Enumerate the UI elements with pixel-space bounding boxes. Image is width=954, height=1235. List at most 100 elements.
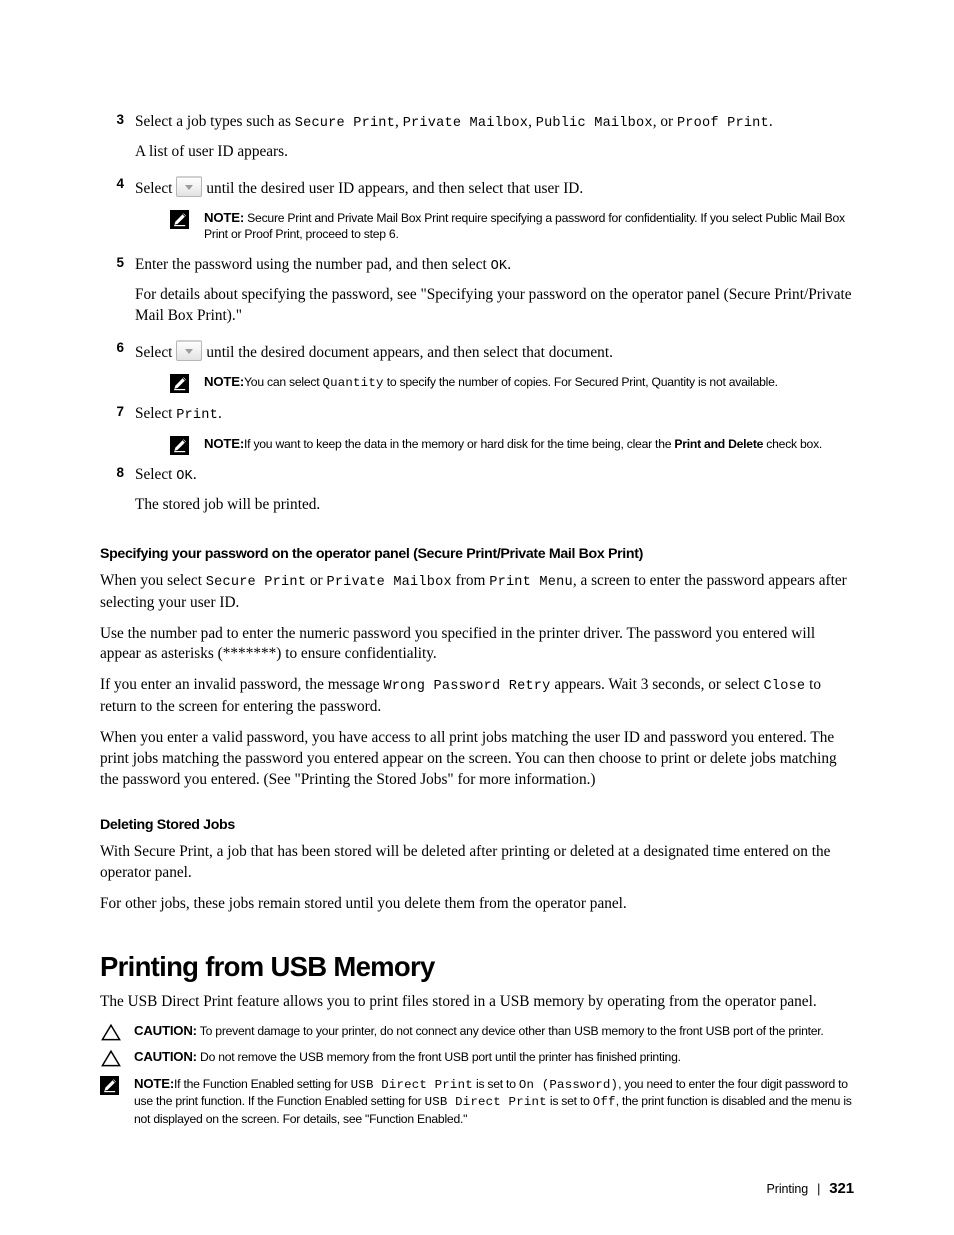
step-6: 6 Select until the desired document appea… xyxy=(100,339,852,393)
step-3-text: Select a job types such as Secure Print,… xyxy=(135,112,852,134)
p3-b: appears. Wait 3 seconds, or select xyxy=(550,676,764,694)
step-4-suffix: until the desired user ID appears, and t… xyxy=(206,179,584,197)
chevron-down-icon[interactable] xyxy=(176,175,203,197)
document-page: 3 Select a job types such as Secure Prin… xyxy=(0,0,954,1235)
term-print-menu: Print Menu xyxy=(489,574,573,590)
step-number: 8 xyxy=(116,465,124,481)
caution-usb-removal: CAUTION: Do not remove the USB memory fr… xyxy=(100,1048,852,1068)
specifying-password-p3: If you enter an invalid password, the me… xyxy=(100,675,852,718)
step-4: 4 Select until the desired user ID appear… xyxy=(100,175,852,243)
note-label: NOTE: xyxy=(134,1075,175,1091)
note-label: NOTE: xyxy=(204,373,245,389)
step-3: 3 Select a job types such as Secure Prin… xyxy=(100,112,852,163)
chevron-down-icon[interactable] xyxy=(176,339,203,361)
note-usb-a: If the Function Enabled setting for xyxy=(174,1076,351,1091)
note-label: NOTE: xyxy=(204,435,245,451)
term-proof-print: Proof Print xyxy=(676,116,769,131)
note-step-7-text-a: If you want to keep the data in the memo… xyxy=(244,436,675,451)
note-step-7: NOTE:If you want to keep the data in the… xyxy=(170,435,852,455)
term-ok: OK xyxy=(176,469,193,485)
term-private-mailbox: Private Mailbox xyxy=(402,116,529,131)
p1-a: When you select xyxy=(100,571,206,589)
step-3-subtext: A list of user ID appears. xyxy=(135,142,288,160)
step-4-prefix: Select xyxy=(135,179,173,197)
caution-usb-removal-text: Do not remove the USB memory from the fr… xyxy=(200,1050,681,1065)
term-wrong-password-retry: Wrong Password Retry xyxy=(383,679,551,695)
printing-from-usb-p1: The USB Direct Print feature allows you … xyxy=(100,992,817,1010)
step-number: 4 xyxy=(116,175,124,191)
term-secure-print: Secure Print xyxy=(294,116,396,131)
page-footer: Printing | 321 xyxy=(766,1180,855,1197)
caution-label: CAUTION: xyxy=(134,1022,197,1038)
note-pencil-icon xyxy=(170,435,189,455)
term-close: Close xyxy=(763,679,806,695)
step-number: 5 xyxy=(116,255,124,271)
warning-triangle-icon xyxy=(100,1049,122,1068)
note-step-4: NOTE: Secure Print and Private Mail Box … xyxy=(170,209,852,243)
term-ok: OK xyxy=(490,259,508,275)
step-3-sep1: , xyxy=(395,113,403,130)
step-8-suffix: . xyxy=(192,466,197,484)
note-pencil-icon xyxy=(100,1075,119,1095)
step-5: 5 Enter the password using the number pa… xyxy=(100,255,852,327)
term-public-mailbox: Public Mailbox xyxy=(535,116,653,131)
specifying-password-p2: Use the number pad to enter the numeric … xyxy=(100,624,816,663)
p1-c: from xyxy=(451,571,490,589)
heading-printing-from-usb-memory: Printing from USB Memory xyxy=(100,950,435,982)
step-5-suffix: . xyxy=(507,256,512,274)
step-5-prefix: Enter the password using the number pad,… xyxy=(135,256,491,274)
step-number: 6 xyxy=(116,339,124,355)
note-pencil-icon xyxy=(170,373,189,393)
note-step-7-text-b: check box. xyxy=(763,436,823,451)
step-7-suffix: . xyxy=(218,405,222,423)
note-step-4-text: Secure Print and Private Mail Box Print … xyxy=(204,210,845,242)
footer-page-number: 321 xyxy=(829,1180,854,1197)
step-6-suffix: until the desired document appears, and … xyxy=(206,343,613,361)
deleting-stored-jobs-p1: With Secure Print, a job that has been s… xyxy=(100,842,831,881)
note-pencil-icon xyxy=(170,209,189,229)
term-quantity: Quantity xyxy=(322,375,384,390)
step-5-text: Enter the password using the number pad,… xyxy=(135,255,852,277)
deleting-stored-jobs-p2: For other jobs, these jobs remain stored… xyxy=(100,894,627,912)
step-7-prefix: Select xyxy=(135,405,177,423)
term-private-mailbox: Private Mailbox xyxy=(326,574,452,590)
term-usb-direct-print: USB Direct Print xyxy=(350,1077,473,1092)
heading-deleting-stored-jobs: Deleting Stored Jobs xyxy=(100,816,235,833)
footer-section-name: Printing xyxy=(766,1182,809,1196)
note-step-7-bold: Print and Delete xyxy=(674,436,764,451)
note-usb-direct-print: NOTE:If the Function Enabled setting for… xyxy=(100,1075,852,1127)
step-8-subtext: The stored job will be printed. xyxy=(135,496,321,514)
step-3-prefix: Select a job types such as xyxy=(135,113,295,130)
step-8-text: Select OK. xyxy=(135,465,852,487)
step-3-sep3: , or xyxy=(652,113,677,130)
step-6-text: Select until the desired document appears… xyxy=(135,339,852,364)
caution-usb-port-text: To prevent damage to your printer, do no… xyxy=(199,1023,824,1038)
step-7: 7 Select Print. NOTE:If you want to keep… xyxy=(100,404,852,455)
note-usb-d: is set to xyxy=(546,1094,593,1109)
step-7-text: Select Print. xyxy=(135,404,852,426)
step-6-prefix: Select xyxy=(135,343,173,361)
note-step-6-text-a: You can select xyxy=(244,374,323,389)
term-off: Off xyxy=(592,1095,616,1110)
term-print: Print xyxy=(176,408,218,424)
footer-separator: | xyxy=(817,1182,821,1196)
specifying-password-p4: When you enter a valid password, you hav… xyxy=(100,729,837,788)
note-label: NOTE: xyxy=(204,209,245,225)
page-content: 3 Select a job types such as Secure Prin… xyxy=(100,112,852,1127)
step-3-sep2: , xyxy=(528,113,536,130)
term-secure-print: Secure Print xyxy=(205,574,307,590)
note-step-6: NOTE:You can select Quantity to specify … xyxy=(170,373,852,393)
caution-usb-port: CAUTION: To prevent damage to your print… xyxy=(100,1022,852,1042)
note-step-6-text-b: to specify the number of copies. For Sec… xyxy=(383,374,778,389)
step-number: 3 xyxy=(116,112,124,127)
p1-b: or xyxy=(306,571,327,589)
step-number: 7 xyxy=(116,404,124,420)
step-8-prefix: Select xyxy=(135,466,177,484)
step-4-text: Select until the desired user ID appears,… xyxy=(135,175,852,200)
step-5-subtext: For details about specifying the passwor… xyxy=(135,285,852,324)
specifying-password-p1: When you select Secure Print or Private … xyxy=(100,571,852,614)
warning-triangle-icon xyxy=(100,1023,122,1042)
step-8: 8 Select OK. The stored job will be prin… xyxy=(100,465,852,516)
note-usb-b: is set to xyxy=(472,1076,519,1091)
term-usb-direct-print: USB Direct Print xyxy=(424,1095,547,1110)
